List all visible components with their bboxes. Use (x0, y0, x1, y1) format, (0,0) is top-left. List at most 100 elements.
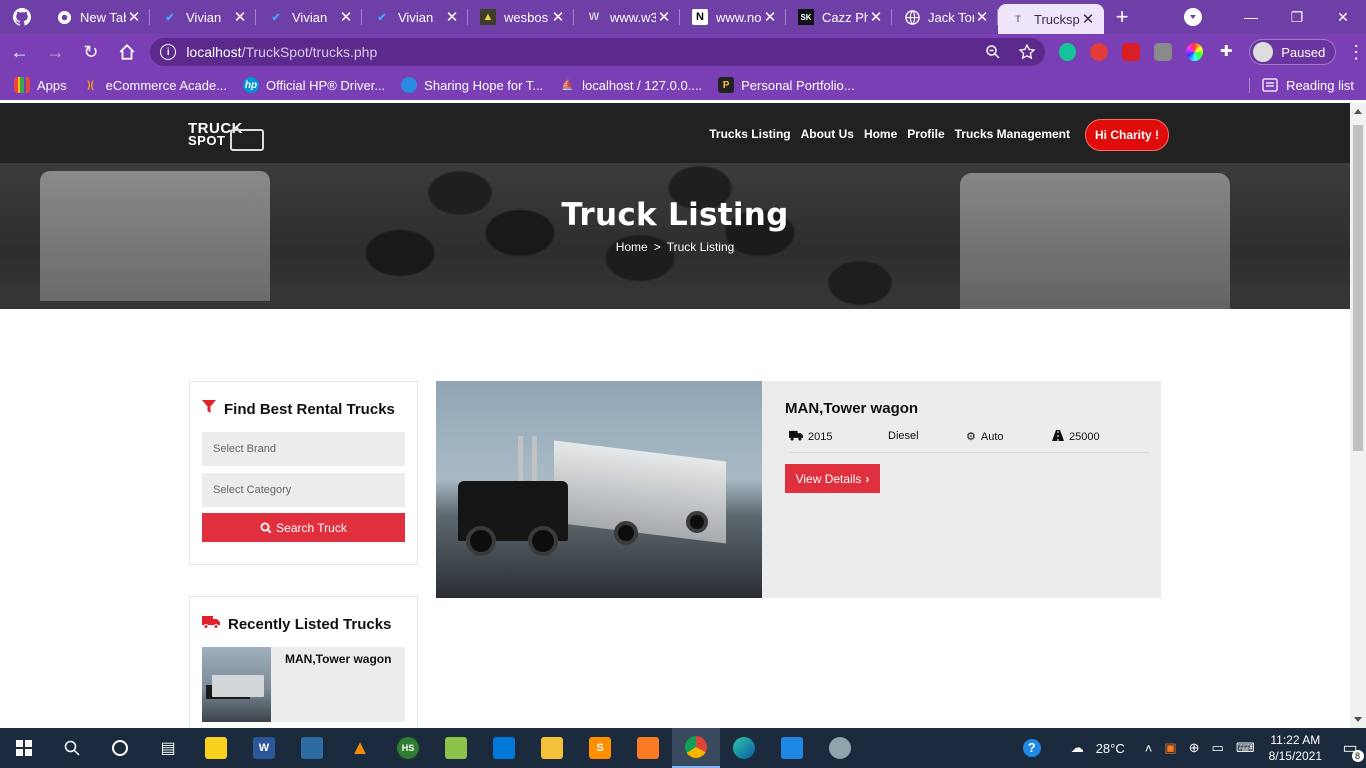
info-icon[interactable]: i (160, 44, 177, 60)
address-bar[interactable]: i localhost/TruckSpot/trucks.php (150, 38, 1045, 66)
tab-cazz[interactable]: SK Cazz Ph ✕ (786, 0, 892, 34)
reload-button[interactable]: ↻ (75, 36, 107, 68)
weather-temperature[interactable]: 28°C (1096, 741, 1125, 756)
truck-icon (202, 615, 220, 634)
xampp-tray-icon[interactable]: ▣ (1164, 740, 1176, 756)
bookmark-portfolio[interactable]: P Personal Portfolio... (718, 77, 855, 93)
bookmark-apps[interactable]: Apps (14, 77, 67, 93)
close-icon[interactable]: ✕ (656, 8, 672, 26)
tab-w3[interactable]: W www.w3 ✕ (574, 0, 680, 34)
pdf-icon[interactable] (1122, 43, 1140, 61)
scroll-thumb[interactable] (1353, 125, 1363, 451)
zoom-icon[interactable] (985, 44, 1001, 60)
scroll-up-icon[interactable] (1354, 109, 1362, 114)
nav-profile[interactable]: Profile (907, 127, 944, 141)
back-button[interactable]: ← (4, 36, 36, 68)
tab-notion[interactable]: N www.no ✕ (680, 0, 786, 34)
color-wheel-icon[interactable] (1185, 43, 1204, 61)
close-icon[interactable]: ✕ (550, 8, 566, 26)
bookmark-sharing-hope[interactable]: Sharing Hope for T... (401, 77, 543, 93)
close-icon[interactable]: ✕ (444, 8, 460, 26)
close-icon[interactable]: ✕ (762, 8, 778, 26)
minimize-button[interactable]: — (1228, 0, 1274, 34)
tab-vivian-3[interactable]: ✔ Vivian ✕ (362, 0, 468, 34)
profile-button[interactable]: Paused (1249, 39, 1337, 65)
extension-red-icon[interactable] (1090, 43, 1109, 61)
page-scrollbar[interactable] (1350, 103, 1366, 728)
new-tab-button[interactable]: + (1104, 0, 1140, 34)
tab-jack[interactable]: Jack Tor ✕ (892, 0, 998, 34)
category-select[interactable]: Select Category (202, 473, 405, 507)
nav-trucks-listing[interactable]: Trucks Listing (709, 127, 790, 141)
nav-trucks-management[interactable]: Trucks Management (955, 127, 1070, 141)
taskbar-notepad-plus[interactable] (432, 728, 480, 768)
close-icon[interactable]: ✕ (868, 8, 884, 26)
puzzle-icon[interactable]: ✚ (1217, 43, 1235, 61)
taskbar-xampp[interactable] (624, 728, 672, 768)
taskbar-mysql-workbench[interactable] (288, 728, 336, 768)
close-icon[interactable]: ✕ (232, 8, 248, 26)
start-button[interactable] (0, 728, 48, 768)
weather-cloud-icon[interactable]: ☁ (1071, 740, 1084, 756)
recent-truck-thumbnail[interactable] (202, 647, 271, 722)
view-details-button[interactable]: View Details › (785, 464, 880, 493)
taskbar-vlc[interactable]: ▲ (336, 728, 384, 768)
tray-chevron-up-icon[interactable]: ˄ (1145, 741, 1153, 756)
home-button[interactable] (111, 36, 143, 68)
notification-center-button[interactable]: ▭ 8 (1334, 728, 1366, 768)
forward-button[interactable]: → (40, 36, 72, 68)
tab-vivian-1[interactable]: ✔ Vivian ✕ (150, 0, 256, 34)
taskbar-file-explorer[interactable] (528, 728, 576, 768)
tab-wesbos[interactable]: ▲ wesbos ✕ (468, 0, 574, 34)
taskbar-search[interactable] (48, 728, 96, 768)
taskbar-paint[interactable] (816, 728, 864, 768)
battery-icon[interactable]: ▭ (1212, 740, 1224, 756)
tab-truckspot[interactable]: T Trucksp ✕ (998, 4, 1104, 34)
reading-list-button[interactable]: Reading list (1249, 77, 1354, 93)
breadcrumb-home[interactable]: Home (616, 240, 648, 254)
truck-image[interactable] (436, 381, 762, 598)
system-clock[interactable]: 11:22 AM 8/15/2021 (1269, 732, 1322, 764)
cortana-button[interactable] (96, 728, 144, 768)
tab-new-tab[interactable]: New Tab ✕ (44, 0, 150, 34)
menu-kebab-icon[interactable]: ⋮ (1346, 42, 1366, 63)
bookmark-localhost[interactable]: ⛵ localhost / 127.0.0.... (559, 77, 702, 93)
taskbar-word[interactable]: W (240, 728, 288, 768)
avatar (1253, 42, 1274, 62)
taskbar-hubstaff[interactable]: HS (384, 728, 432, 768)
taskbar-sticky-notes[interactable] (192, 728, 240, 768)
close-icon[interactable]: ✕ (126, 8, 142, 26)
taskbar-sublime[interactable]: S (576, 728, 624, 768)
search-truck-button[interactable]: Search Truck (202, 513, 405, 542)
bookmark-star-icon[interactable] (1018, 44, 1035, 60)
task-view-button[interactable]: ▤ (144, 728, 192, 768)
recent-truck-item[interactable]: MAN,Tower wagon (202, 647, 405, 722)
recent-truck-name[interactable]: MAN,Tower wagon (285, 652, 391, 666)
bookmark-ecommerce[interactable]: )( eCommerce Acade... (83, 77, 227, 93)
bookmark-hp[interactable]: hp Official HP® Driver... (243, 77, 385, 93)
close-icon[interactable]: ✕ (338, 8, 354, 26)
network-globe-icon[interactable]: ⊕ (1189, 740, 1200, 756)
taskbar-chrome[interactable] (672, 728, 720, 768)
close-icon[interactable]: ✕ (1080, 10, 1096, 28)
close-window-button[interactable]: ✕ (1320, 0, 1366, 34)
taskbar-vscode[interactable] (480, 728, 528, 768)
tab-github[interactable] (0, 0, 44, 34)
close-icon[interactable]: ✕ (974, 8, 990, 26)
restore-button[interactable]: ❐ (1274, 0, 1320, 34)
site-logo[interactable]: TRUCK SPOT (188, 121, 264, 151)
tab-search-button[interactable] (1184, 8, 1202, 26)
keyboard-icon[interactable]: ⌨ (1236, 740, 1255, 756)
eyedropper-icon[interactable] (1153, 43, 1172, 61)
nav-home[interactable]: Home (864, 127, 897, 141)
taskbar-edge[interactable] (720, 728, 768, 768)
scroll-down-icon[interactable] (1354, 717, 1362, 722)
user-menu-button[interactable]: Hi Charity ! (1085, 119, 1170, 151)
help-icon[interactable]: ? (1022, 739, 1041, 757)
brand-select[interactable]: Select Brand (202, 432, 405, 466)
nav-about-us[interactable]: About Us (801, 127, 854, 141)
listing-title[interactable]: MAN,Tower wagon (785, 400, 918, 417)
tab-vivian-2[interactable]: ✔ Vivian ✕ (256, 0, 362, 34)
grammarly-icon[interactable] (1058, 43, 1077, 61)
taskbar-photos[interactable] (768, 728, 816, 768)
